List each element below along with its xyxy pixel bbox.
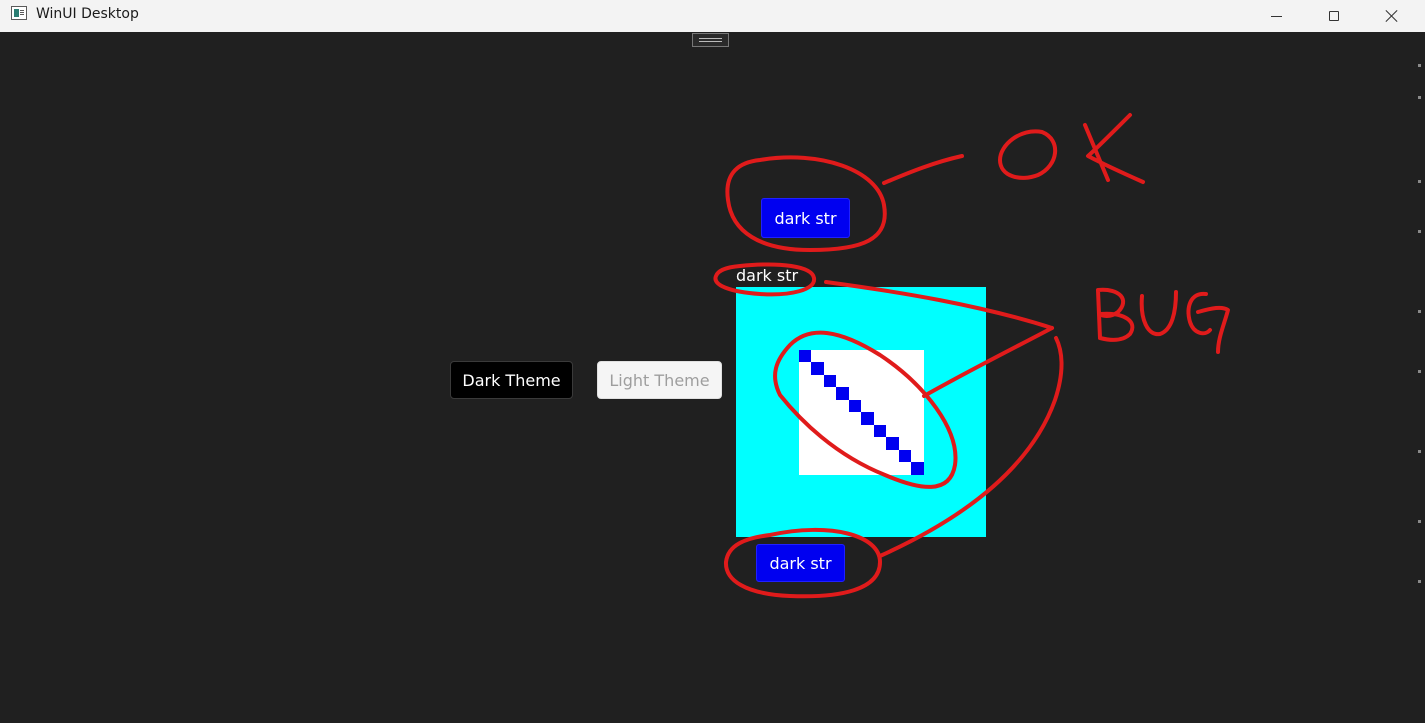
scrollbar-indicator[interactable]: [1418, 50, 1421, 610]
close-button[interactable]: [1363, 0, 1421, 32]
app-icon: [11, 6, 27, 20]
dark-str-bottom-button[interactable]: dark str: [756, 544, 845, 582]
dark-theme-button[interactable]: Dark Theme: [450, 361, 573, 399]
dark-str-top-button[interactable]: dark str: [761, 198, 850, 238]
maximize-button[interactable]: [1305, 0, 1363, 32]
window-title: WinUI Desktop: [36, 6, 139, 22]
title-bar: WinUI Desktop: [0, 0, 1425, 33]
maximize-icon: [1329, 11, 1339, 21]
dark-str-caption: dark str: [736, 266, 799, 285]
light-theme-button[interactable]: Light Theme: [597, 361, 722, 399]
close-icon: [1385, 9, 1399, 23]
diagonal-pattern: [799, 350, 924, 475]
drag-handle-icon[interactable]: [692, 33, 729, 47]
minimize-button[interactable]: [1247, 0, 1305, 32]
minimize-icon: [1270, 15, 1282, 17]
